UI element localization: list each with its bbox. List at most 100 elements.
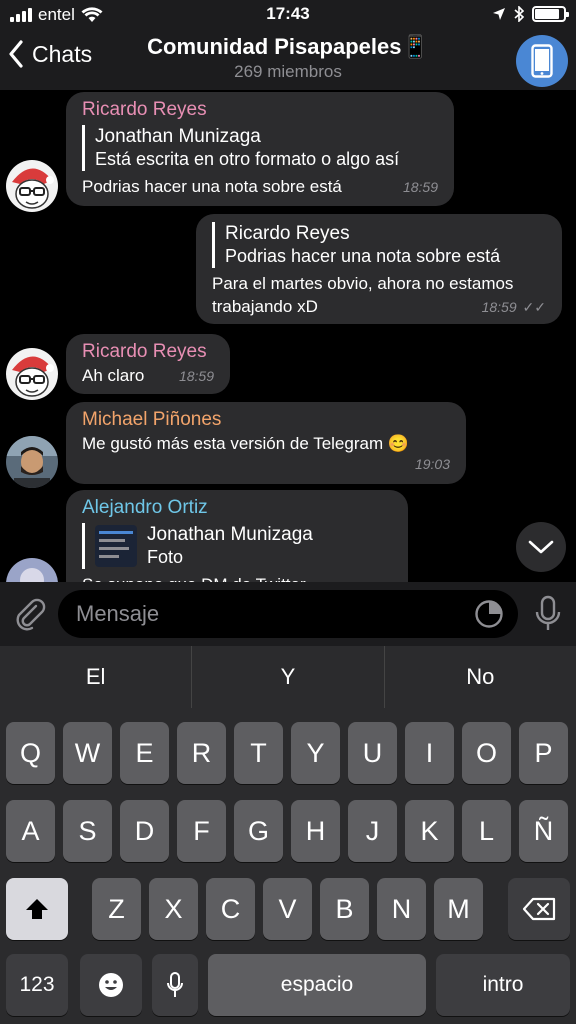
- key-k[interactable]: K: [405, 800, 454, 862]
- avatar-ricardo[interactable]: [6, 348, 58, 400]
- status-right: [492, 6, 569, 22]
- voice-button[interactable]: [532, 594, 564, 634]
- key-i[interactable]: I: [405, 722, 454, 784]
- sender-name[interactable]: Ricardo Reyes: [82, 98, 438, 122]
- key-f[interactable]: F: [177, 800, 226, 862]
- message-bubble-1[interactable]: Ricardo Reyes Jonathan Munizaga Está esc…: [66, 92, 454, 206]
- sticker-button[interactable]: [474, 599, 504, 629]
- key-m[interactable]: M: [434, 878, 483, 940]
- message-input[interactable]: [76, 590, 456, 638]
- attach-button[interactable]: [12, 596, 48, 632]
- key-w[interactable]: W: [63, 722, 112, 784]
- chat-title-area[interactable]: Comunidad Pisapapeles📱 269 miembros: [110, 34, 466, 82]
- sender-name[interactable]: Alejandro Ortiz: [82, 496, 392, 520]
- group-avatar[interactable]: [516, 35, 568, 87]
- key-p[interactable]: P: [519, 722, 568, 784]
- chat-title: Comunidad Pisapapeles📱: [147, 34, 429, 59]
- key-h[interactable]: H: [291, 800, 340, 862]
- key-c[interactable]: C: [206, 878, 255, 940]
- sticker-icon: [475, 600, 503, 628]
- message-field[interactable]: [58, 590, 518, 638]
- backspace-icon: [522, 897, 556, 921]
- message-bubble-3[interactable]: Ricardo Reyes Ah claro 18:59: [66, 334, 230, 394]
- emoji-icon: [99, 973, 123, 997]
- message-list[interactable]: Ricardo Reyes Jonathan Munizaga Está esc…: [0, 90, 576, 582]
- key-x[interactable]: X: [149, 878, 198, 940]
- key-b[interactable]: B: [320, 878, 369, 940]
- scroll-to-bottom-button[interactable]: [516, 522, 566, 572]
- key-v[interactable]: V: [263, 878, 312, 940]
- chevron-down-icon: [528, 540, 554, 554]
- message-text: Ah claro: [82, 366, 145, 385]
- battery-fill: [535, 9, 559, 19]
- reply-text: Foto: [147, 547, 184, 567]
- message-time-wrap: 18:59 ✓✓: [482, 296, 546, 319]
- key-j[interactable]: J: [348, 800, 397, 862]
- suggestion-item[interactable]: El: [0, 646, 191, 708]
- profile-photo-icon: [6, 558, 58, 582]
- message-time: 18:59: [402, 179, 438, 195]
- keyboard: El Y No QWERTYUIOP ASDFGHJKLÑ ZXCVBNM 123: [0, 646, 576, 1024]
- suggestion-item[interactable]: Y: [192, 646, 383, 708]
- back-chevron-icon: [9, 40, 23, 68]
- reply-text: Podrias hacer una nota sobre está: [225, 246, 501, 266]
- message-text: Se supone que DM de Twitter: [82, 573, 392, 582]
- message-text: Me gustó más esta versión de Telegram 😊: [82, 434, 410, 453]
- key-z[interactable]: Z: [92, 878, 141, 940]
- member-count: 269 miembros: [234, 62, 342, 81]
- return-key[interactable]: intro: [436, 954, 570, 1016]
- reply-quote[interactable]: Jonathan Munizaga Está escrita en otro f…: [82, 125, 438, 171]
- key-o[interactable]: O: [462, 722, 511, 784]
- message-bubble-4[interactable]: Michael Piñones Me gustó más esta versió…: [66, 402, 466, 484]
- suggestion-item[interactable]: No: [385, 646, 576, 708]
- cartoon-avatar-icon: [6, 348, 58, 400]
- shift-key[interactable]: [6, 878, 68, 940]
- sender-name[interactable]: Ricardo Reyes: [82, 340, 214, 364]
- photo-thumbnail: [95, 525, 137, 567]
- read-checkmarks-icon: ✓✓: [522, 299, 546, 315]
- reply-quote[interactable]: Jonathan Munizaga Foto: [82, 523, 392, 569]
- message-bubble-5[interactable]: Alejandro Ortiz Jonathan Munizaga Foto S…: [66, 490, 408, 582]
- avatar-alejandro[interactable]: [6, 558, 58, 582]
- cartoon-avatar-icon: [6, 160, 58, 212]
- message-bubble-2[interactable]: Ricardo Reyes Podrias hacer una nota sob…: [196, 214, 562, 324]
- message-text-line: Para el martes obvio, ahora no estamos: [212, 274, 514, 293]
- microphone-icon: [535, 595, 561, 630]
- message-composer: [0, 582, 576, 646]
- reply-quote[interactable]: Ricardo Reyes Podrias hacer una nota sob…: [212, 222, 546, 268]
- key-n[interactable]: N: [377, 878, 426, 940]
- key-r[interactable]: R: [177, 722, 226, 784]
- message-time: 18:59: [481, 299, 517, 315]
- sender-name[interactable]: Michael Piñones: [82, 408, 450, 432]
- backspace-key[interactable]: [508, 878, 570, 940]
- key-q[interactable]: Q: [6, 722, 55, 784]
- key-d[interactable]: D: [120, 800, 169, 862]
- key-g[interactable]: G: [234, 800, 283, 862]
- key-u[interactable]: U: [348, 722, 397, 784]
- avatar-michael[interactable]: [6, 436, 58, 488]
- reply-author: Ricardo Reyes: [225, 223, 350, 244]
- microphone-icon: [167, 972, 183, 997]
- battery-icon: [532, 6, 569, 22]
- avatar-ricardo[interactable]: [6, 160, 58, 212]
- attach-icon: [16, 598, 46, 631]
- numbers-key[interactable]: 123: [6, 954, 68, 1016]
- reply-text: Está escrita en otro formato o algo así: [95, 149, 400, 169]
- key-e[interactable]: E: [120, 722, 169, 784]
- back-button[interactable]: Chats: [8, 40, 92, 68]
- location-icon: [493, 8, 505, 20]
- key-a[interactable]: A: [6, 800, 55, 862]
- key-t[interactable]: T: [234, 722, 283, 784]
- key-s[interactable]: S: [63, 800, 112, 862]
- message-text-line: trabajando xD: [212, 297, 318, 316]
- emoji-key[interactable]: [80, 954, 142, 1016]
- chat-header: Chats Comunidad Pisapapeles📱 269 miembro…: [0, 30, 576, 90]
- key-ñ[interactable]: Ñ: [519, 800, 568, 862]
- shift-icon: [26, 899, 48, 919]
- dictation-key[interactable]: [152, 954, 198, 1016]
- space-key[interactable]: espacio: [208, 954, 426, 1016]
- status-bar: entel 17:43: [0, 0, 576, 30]
- key-y[interactable]: Y: [291, 722, 340, 784]
- message-text: Podrias hacer una nota sobre está: [82, 177, 342, 196]
- key-l[interactable]: L: [462, 800, 511, 862]
